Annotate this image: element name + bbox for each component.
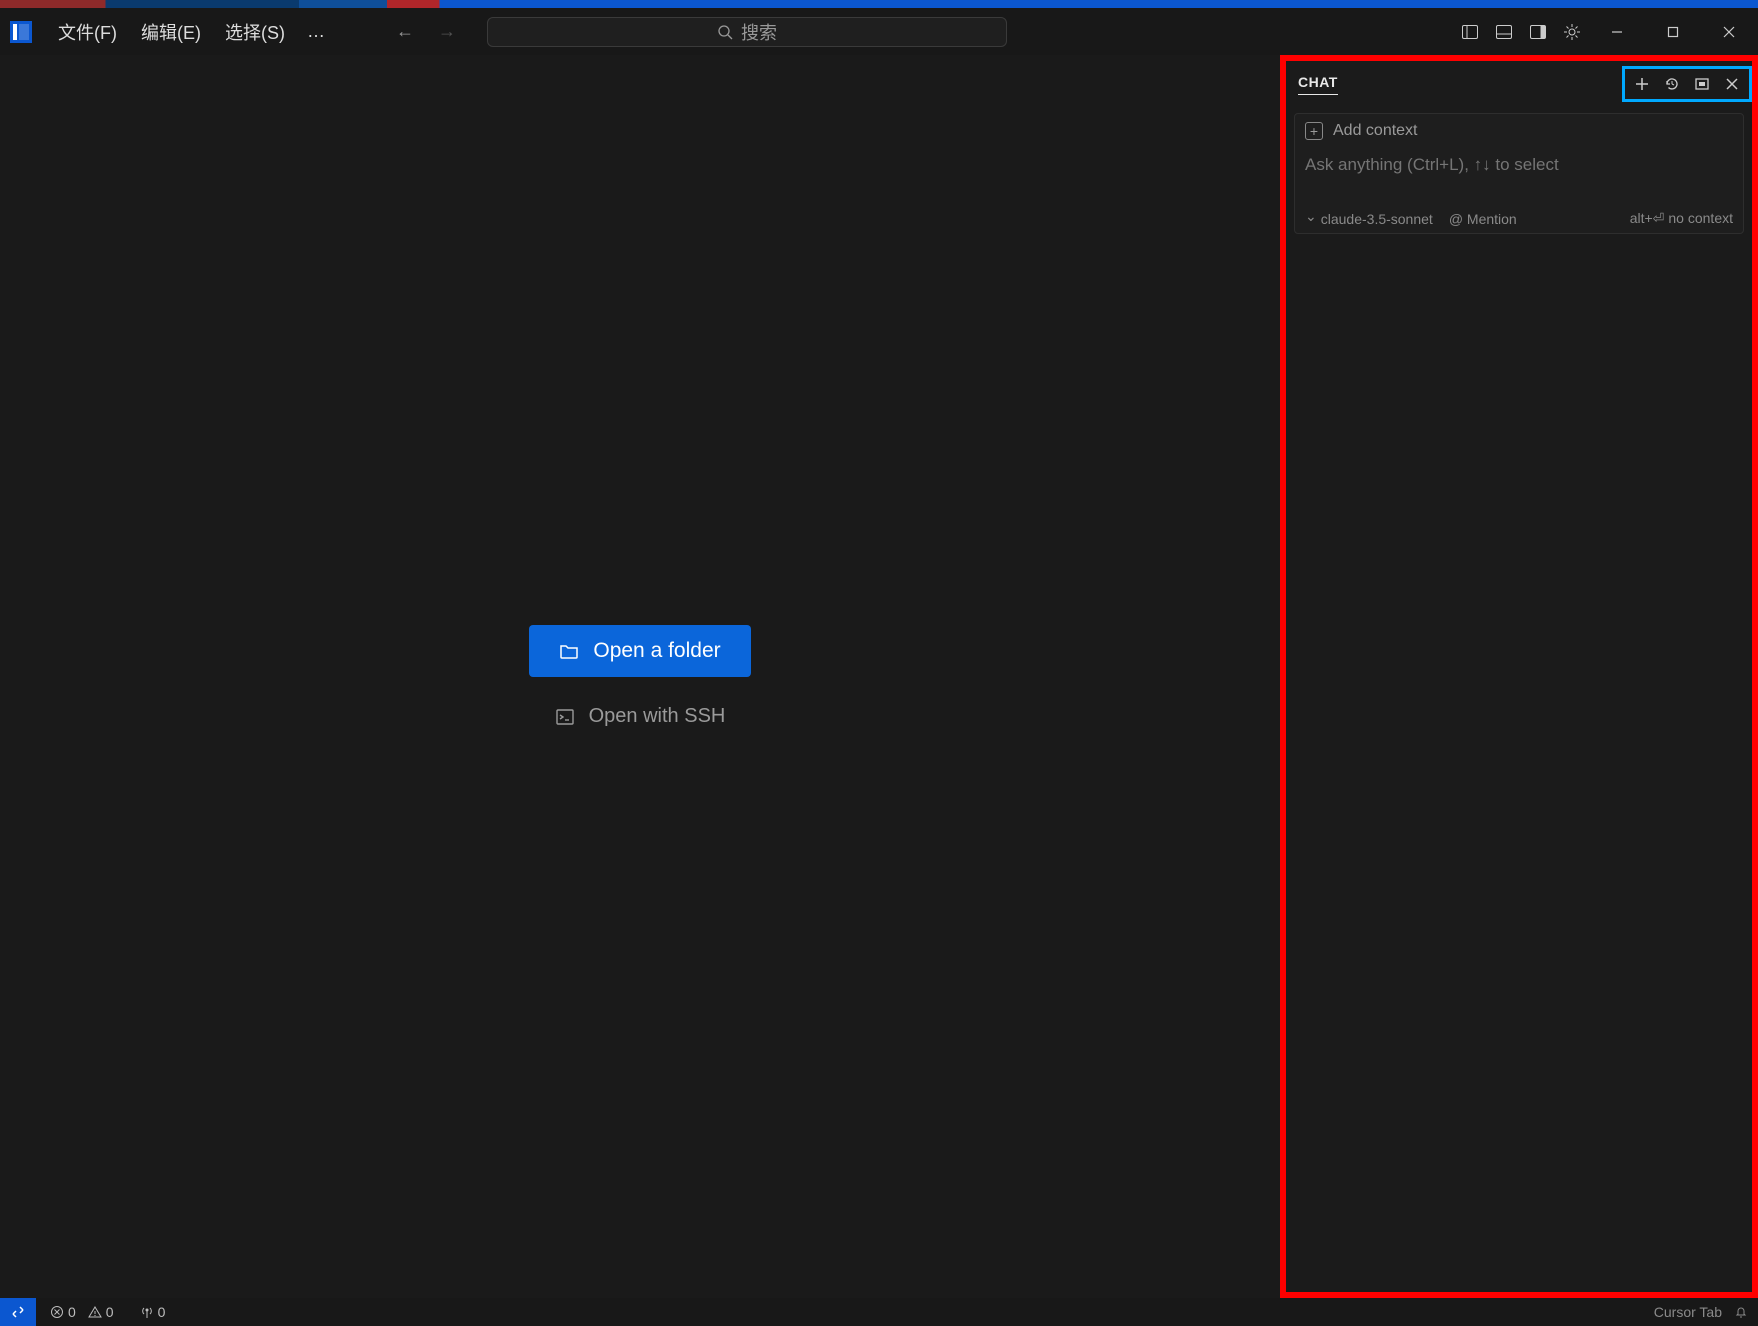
menu-more[interactable]: … [297, 21, 335, 42]
dock-icon[interactable] [1690, 72, 1714, 96]
cursor-tab-label[interactable]: Cursor Tab [1654, 1304, 1722, 1320]
remote-button[interactable] [0, 1298, 36, 1326]
settings-gear-icon[interactable] [1560, 20, 1584, 44]
chat-panel-header: CHAT [1286, 61, 1752, 107]
window-minimize-button[interactable] [1594, 9, 1640, 55]
new-chat-icon[interactable] [1630, 72, 1654, 96]
menu-file[interactable]: 文件(F) [46, 19, 129, 45]
no-context-toggle[interactable]: alt+⏎ no context [1630, 210, 1733, 227]
history-icon[interactable] [1660, 72, 1684, 96]
status-bar: 0 0 0 Cursor Tab [0, 1298, 1758, 1326]
search-icon [717, 24, 733, 40]
add-context-label: Add context [1333, 122, 1418, 140]
no-context-key: alt+⏎ [1630, 210, 1665, 227]
window-maximize-button[interactable] [1650, 9, 1696, 55]
model-name: claude-3.5-sonnet [1321, 211, 1433, 227]
close-panel-icon[interactable] [1720, 72, 1744, 96]
desktop-taskbar-edge [0, 0, 1758, 8]
open-folder-label: Open a folder [593, 639, 720, 663]
chat-panel: CHAT + [1280, 55, 1758, 1298]
ports-count: 0 [158, 1304, 166, 1320]
chat-input-box: + Add context claude-3.5-sonnet @ Mentio… [1294, 113, 1744, 234]
warnings-status[interactable]: 0 [88, 1304, 114, 1320]
nav-arrows: ← → [395, 21, 457, 42]
bell-icon[interactable] [1734, 1305, 1748, 1319]
folder-icon [559, 641, 579, 661]
editor-welcome-area: Open a folder Open with SSH [0, 55, 1280, 1298]
search-input[interactable]: 搜索 [487, 17, 1007, 47]
no-context-text: no context [1668, 210, 1733, 227]
mention-button[interactable]: @ Mention [1449, 211, 1517, 227]
model-select[interactable]: claude-3.5-sonnet [1305, 210, 1433, 227]
error-icon [50, 1305, 64, 1319]
open-ssh-label: Open with SSH [589, 705, 726, 728]
menu-edit[interactable]: 编辑(E) [129, 19, 213, 45]
title-bar: 文件(F) 编辑(E) 选择(S) … ← → 搜索 [0, 8, 1758, 55]
layout-sidebar-left-icon[interactable] [1458, 20, 1482, 44]
chat-text-input[interactable] [1305, 150, 1733, 180]
layout-panel-bottom-icon[interactable] [1492, 20, 1516, 44]
open-folder-button[interactable]: Open a folder [529, 625, 750, 677]
window-close-button[interactable] [1706, 9, 1752, 55]
layout-sidebar-right-icon[interactable] [1526, 20, 1550, 44]
terminal-icon [555, 707, 575, 727]
antenna-icon [140, 1305, 154, 1319]
errors-count: 0 [68, 1304, 76, 1320]
menu-select[interactable]: 选择(S) [213, 19, 297, 45]
nav-forward-icon[interactable]: → [437, 21, 457, 42]
chat-tab[interactable]: CHAT [1298, 74, 1338, 95]
chat-panel-body [1286, 242, 1752, 1292]
open-ssh-button[interactable]: Open with SSH [555, 705, 726, 728]
errors-status[interactable]: 0 [50, 1304, 76, 1320]
add-context-button[interactable]: + Add context [1305, 122, 1418, 140]
app-logo-icon [10, 21, 32, 43]
warning-icon [88, 1305, 102, 1319]
chat-panel-toolbar [1622, 66, 1752, 102]
ports-status[interactable]: 0 [140, 1304, 166, 1320]
warnings-count: 0 [106, 1304, 114, 1320]
plus-icon: + [1305, 122, 1323, 140]
nav-back-icon[interactable]: ← [395, 21, 415, 42]
search-placeholder: 搜索 [741, 19, 777, 45]
